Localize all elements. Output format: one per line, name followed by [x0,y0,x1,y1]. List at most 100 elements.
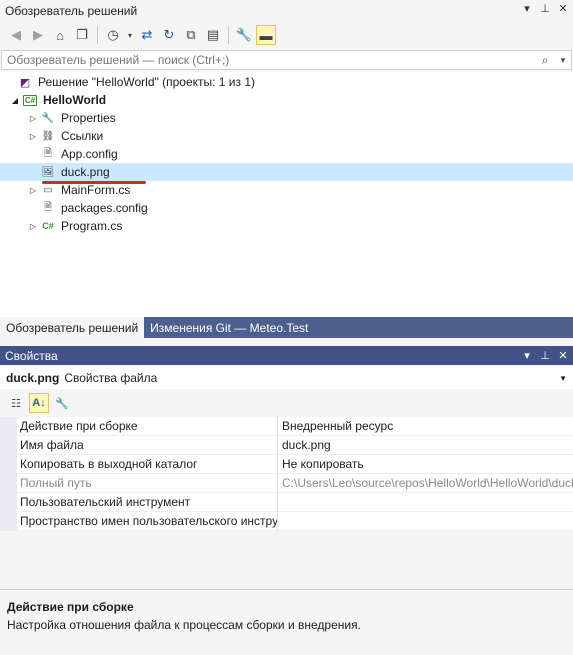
window-controls: ▾ ⊥ ✕ [521,2,569,15]
collapsed-chevron-icon[interactable]: ▷ [27,222,39,231]
config-file-icon: 🗎 [43,147,53,159]
tool-window-tabs: Обозреватель решений Изменения Git — Met… [0,317,573,338]
pin-icon[interactable]: ⊥ [539,2,551,15]
property-value[interactable]: duck.png [278,436,573,455]
tree-item-label: Ссылки [61,129,104,143]
collapsed-chevron-icon[interactable]: ▷ [27,132,39,141]
home-button[interactable]: ⌂ [50,25,70,45]
wrench-icon: 🔧 [55,397,69,410]
collapse-all-icon: ⧉ [186,27,196,42]
tree-item-label: duck.png [61,165,110,179]
collapse-all-button[interactable]: ⧉ [181,25,201,45]
property-name: Пользовательский инструмент [17,493,278,512]
tree-node-duck-png[interactable]: 🖼 duck.png [0,163,573,181]
property-value[interactable]: Внедренный ресурс [278,417,573,436]
search-options-chevron-icon[interactable]: ▾ [555,55,571,66]
show-all-files-button[interactable]: ▤ [203,25,223,45]
clock-icon: ◷ [107,27,119,42]
switch-views-button[interactable]: ❐ [72,25,92,45]
property-row[interactable]: Пользовательский инструмент [0,493,573,512]
description-splitter[interactable] [0,589,573,590]
tree-item-label: Program.cs [61,219,123,233]
tree-node-solution[interactable]: ◩ Решение "HelloWorld" (проекты: 1 из 1) [0,73,573,91]
tree-node-references[interactable]: ▷ ⛓ Ссылки [0,127,573,145]
properties-toolbar: ☷ A↓ 🔧 [0,391,573,415]
config-file-icon: 🗎 [43,201,53,213]
property-name: Пространство имен пользовательского инст… [17,512,278,531]
solution-search-input[interactable] [7,53,535,67]
property-name: Полный путь [17,474,278,493]
properties-title: Свойства [5,348,58,363]
form-icon: ▭ [43,184,53,196]
description-text: Настройка отношения файла к процессам сб… [7,618,361,632]
property-row[interactable]: Пространство имен пользовательского инст… [0,512,573,531]
csharp-file-icon: C# [42,221,54,231]
tree-item-label: MainForm.cs [61,183,131,197]
property-value[interactable] [278,493,573,512]
solution-explorer-titlebar: Обозреватель решений ▾ ⊥ ✕ [0,0,573,21]
sync-active-document-button[interactable]: ⇄ [137,25,157,45]
collapsed-chevron-icon[interactable]: ▷ [27,114,39,123]
preview-icon: ▬ [259,27,273,43]
property-name: Действие при сборке [17,417,278,436]
back-arrow-icon: ◀ [11,27,21,42]
forward-button[interactable]: ▶ [28,25,48,45]
property-grid: Действие при сборке Внедренный ресурс Им… [0,417,573,531]
wrench-icon: 🔧 [235,27,253,42]
alphabetical-button[interactable]: A↓ [29,393,49,413]
property-row[interactable]: Копировать в выходной каталог Не копиров… [0,455,573,474]
window-options-icon[interactable]: ▾ [521,2,533,15]
window-controls: ▾ ⊥ ✕ [521,349,569,362]
property-value[interactable]: Не копировать [278,455,573,474]
toolbar-separator [97,26,98,44]
preview-selected-items-button[interactable]: ▬ [256,25,276,45]
tree-node-app-config[interactable]: 🗎 App.config [0,145,573,163]
tree-item-label: Properties [61,111,116,125]
property-name: Копировать в выходной каталог [17,455,278,474]
csharp-project-icon: C# [22,94,38,106]
show-all-files-icon: ▤ [206,27,220,42]
chevron-down-icon: ▾ [127,30,132,40]
pin-icon[interactable]: ⊥ [539,349,551,362]
properties-button[interactable]: 🔧 [234,25,254,45]
back-button[interactable]: ◀ [6,25,26,45]
tab-solution-explorer[interactable]: Обозреватель решений [0,317,145,338]
expanded-chevron-icon[interactable]: ◢ [9,96,21,105]
object-selector[interactable]: duck.png Свойства файла ▼ [0,367,573,389]
property-row[interactable]: Действие при сборке Внедренный ресурс [0,417,573,436]
wrench-icon: 🔧 [41,112,55,124]
tree-item-label: App.config [61,147,118,161]
image-file-icon: 🖼 [41,166,55,178]
close-icon[interactable]: ✕ [557,349,569,362]
property-row[interactable]: Полный путь C:\Users\Leo\source\repos\He… [0,474,573,493]
tab-git-changes[interactable]: Изменения Git — Meteo.Test [144,317,314,338]
tree-node-mainform[interactable]: ▷ ▭ MainForm.cs [0,181,573,199]
solution-search-box[interactable]: ⌕ ▾ [1,50,572,70]
tree-node-program-cs[interactable]: ▷ C# Program.cs [0,217,573,235]
search-icon[interactable]: ⌕ [535,53,555,68]
categorized-button[interactable]: ☷ [6,393,26,413]
tree-node-properties[interactable]: ▷ 🔧 Properties [0,109,573,127]
references-icon: ⛓ [41,130,55,142]
window-options-icon[interactable]: ▾ [521,349,533,362]
categorized-icon: ☷ [11,397,21,410]
refresh-button[interactable]: ↻ [159,25,179,45]
tree-node-packages-config[interactable]: 🗎 packages.config [0,199,573,217]
chevron-down-icon[interactable]: ▼ [559,374,567,383]
property-value: C:\Users\Leo\source\repos\HelloWorld\Hel… [278,474,573,493]
pending-changes-filter-button[interactable]: ◷ [103,25,123,45]
tree-node-project[interactable]: ◢ C# HelloWorld [0,91,573,109]
object-type: Свойства файла [64,371,158,385]
close-icon[interactable]: ✕ [557,2,569,15]
solution-icon: ◩ [19,76,31,89]
properties-titlebar: Свойства ▾ ⊥ ✕ [0,346,573,365]
pending-changes-dropdown[interactable]: ▾ [125,25,135,45]
collapsed-chevron-icon[interactable]: ▷ [27,186,39,195]
description-title: Действие при сборке [7,600,134,614]
property-row[interactable]: Имя файла duck.png [0,436,573,455]
toolbar-separator [228,26,229,44]
property-value[interactable] [278,512,573,531]
solution-explorer-toolbar: ◀ ▶ ⌂ ❐ ◷ ▾ ⇄ ↻ ⧉ ▤ 🔧 ▬ [0,22,573,48]
refresh-icon: ↻ [163,27,175,42]
property-pages-button[interactable]: 🔧 [52,393,72,413]
